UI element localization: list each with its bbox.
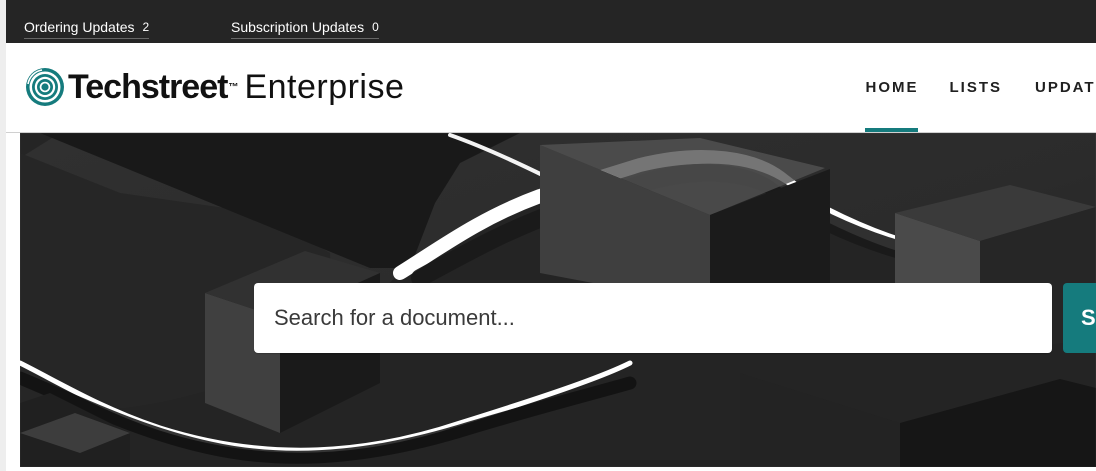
concentric-circles-icon [26, 68, 64, 106]
utility-bar: Ordering Updates 2 Subscription Updates … [6, 0, 1096, 43]
brand-trademark: ™ [228, 81, 239, 93]
nav-item-home-label: HOME [865, 79, 919, 96]
nav-item-lists[interactable]: LISTS [949, 43, 1002, 132]
brand-name: Techstreet [68, 67, 228, 106]
subscription-updates-underline [231, 38, 379, 39]
brand-suffix: Enterprise [244, 67, 405, 106]
brand-logo[interactable]: Techstreet ™ Enterprise [25, 63, 404, 111]
main-nav: HOME LISTS UPDAT [865, 43, 1096, 132]
ordering-updates-link[interactable]: Ordering Updates 2 [24, 17, 150, 39]
search-input[interactable] [254, 283, 1052, 353]
search-button[interactable]: S [1063, 283, 1096, 353]
ordering-updates-label: Ordering Updates [24, 19, 135, 35]
subscription-updates-link[interactable]: Subscription Updates 0 [231, 17, 379, 39]
search-box [254, 283, 1052, 353]
nav-item-updates-label: UPDAT [1035, 79, 1096, 96]
subscription-updates-label: Subscription Updates [231, 19, 365, 35]
subscription-updates-count: 0 [372, 20, 379, 34]
nav-item-updates[interactable]: UPDAT [1035, 43, 1096, 132]
site-header: Techstreet ™ Enterprise HOME LISTS UPDAT [6, 43, 1096, 133]
page-frame: Ordering Updates 2 Subscription Updates … [6, 0, 1096, 471]
nav-item-lists-label: LISTS [949, 79, 1002, 96]
ordering-updates-count: 2 [142, 20, 150, 34]
nav-item-home[interactable]: HOME [865, 43, 919, 132]
ordering-updates-underline [24, 38, 150, 39]
